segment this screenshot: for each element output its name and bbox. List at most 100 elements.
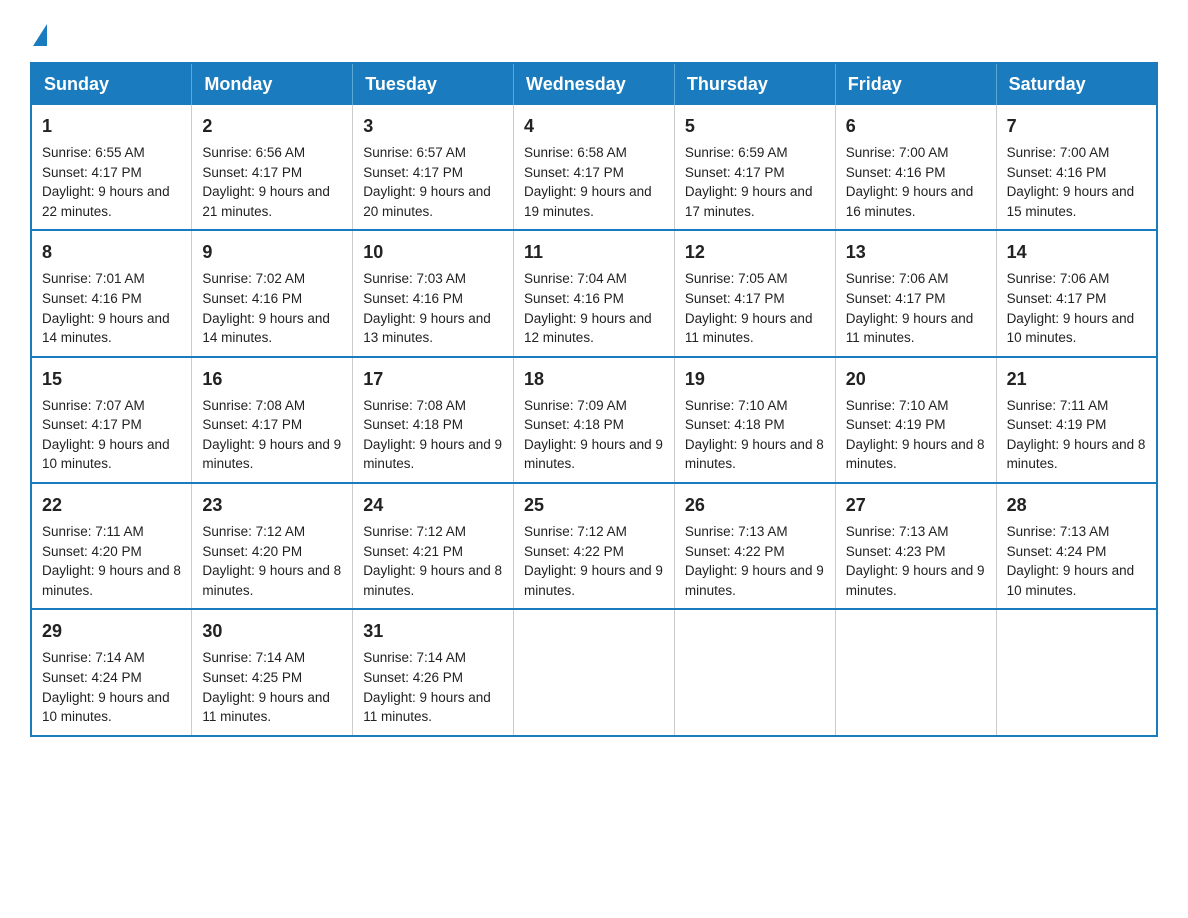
day-number: 6 <box>846 113 986 139</box>
sunset-label: Sunset: 4:18 PM <box>524 417 624 432</box>
daylight-label: Daylight: 9 hours and 19 minutes. <box>524 184 652 219</box>
day-of-week-header: Tuesday <box>353 63 514 105</box>
page-header <box>30 20 1158 42</box>
daylight-label: Daylight: 9 hours and 20 minutes. <box>363 184 491 219</box>
daylight-label: Daylight: 9 hours and 8 minutes. <box>846 437 985 472</box>
calendar-day-cell: 31 Sunrise: 7:14 AM Sunset: 4:26 PM Dayl… <box>353 609 514 735</box>
day-number: 13 <box>846 239 986 265</box>
calendar-day-cell: 10 Sunrise: 7:03 AM Sunset: 4:16 PM Dayl… <box>353 230 514 356</box>
daylight-label: Daylight: 9 hours and 9 minutes. <box>685 563 824 598</box>
sunset-label: Sunset: 4:17 PM <box>202 417 302 432</box>
sunset-label: Sunset: 4:26 PM <box>363 670 463 685</box>
calendar-week-row: 29 Sunrise: 7:14 AM Sunset: 4:24 PM Dayl… <box>31 609 1157 735</box>
sunset-label: Sunset: 4:21 PM <box>363 544 463 559</box>
calendar-day-cell: 17 Sunrise: 7:08 AM Sunset: 4:18 PM Dayl… <box>353 357 514 483</box>
sunrise-label: Sunrise: 7:14 AM <box>42 650 145 665</box>
daylight-label: Daylight: 9 hours and 16 minutes. <box>846 184 974 219</box>
sunset-label: Sunset: 4:17 PM <box>42 417 142 432</box>
calendar-day-cell: 30 Sunrise: 7:14 AM Sunset: 4:25 PM Dayl… <box>192 609 353 735</box>
sunrise-label: Sunrise: 6:57 AM <box>363 145 466 160</box>
daylight-label: Daylight: 9 hours and 11 minutes. <box>202 690 330 725</box>
day-number: 15 <box>42 366 181 392</box>
calendar-day-cell: 5 Sunrise: 6:59 AM Sunset: 4:17 PM Dayli… <box>674 105 835 230</box>
daylight-label: Daylight: 9 hours and 9 minutes. <box>202 437 341 472</box>
logo-triangle-icon <box>33 24 47 46</box>
sunset-label: Sunset: 4:16 PM <box>202 291 302 306</box>
day-number: 29 <box>42 618 181 644</box>
sunset-label: Sunset: 4:23 PM <box>846 544 946 559</box>
logo <box>30 20 47 42</box>
sunset-label: Sunset: 4:17 PM <box>524 165 624 180</box>
calendar-day-cell: 22 Sunrise: 7:11 AM Sunset: 4:20 PM Dayl… <box>31 483 192 609</box>
calendar-day-cell: 8 Sunrise: 7:01 AM Sunset: 4:16 PM Dayli… <box>31 230 192 356</box>
calendar-day-cell: 9 Sunrise: 7:02 AM Sunset: 4:16 PM Dayli… <box>192 230 353 356</box>
sunset-label: Sunset: 4:17 PM <box>202 165 302 180</box>
sunrise-label: Sunrise: 7:05 AM <box>685 271 788 286</box>
sunset-label: Sunset: 4:17 PM <box>363 165 463 180</box>
sunset-label: Sunset: 4:18 PM <box>685 417 785 432</box>
sunset-label: Sunset: 4:20 PM <box>42 544 142 559</box>
calendar-day-cell: 25 Sunrise: 7:12 AM Sunset: 4:22 PM Dayl… <box>514 483 675 609</box>
sunrise-label: Sunrise: 7:13 AM <box>685 524 788 539</box>
calendar-week-row: 15 Sunrise: 7:07 AM Sunset: 4:17 PM Dayl… <box>31 357 1157 483</box>
daylight-label: Daylight: 9 hours and 9 minutes. <box>363 437 502 472</box>
calendar-day-cell: 15 Sunrise: 7:07 AM Sunset: 4:17 PM Dayl… <box>31 357 192 483</box>
calendar-header-row: SundayMondayTuesdayWednesdayThursdayFrid… <box>31 63 1157 105</box>
day-of-week-header: Sunday <box>31 63 192 105</box>
day-of-week-header: Thursday <box>674 63 835 105</box>
sunset-label: Sunset: 4:25 PM <box>202 670 302 685</box>
day-number: 22 <box>42 492 181 518</box>
daylight-label: Daylight: 9 hours and 17 minutes. <box>685 184 813 219</box>
daylight-label: Daylight: 9 hours and 8 minutes. <box>42 563 181 598</box>
calendar-day-cell: 27 Sunrise: 7:13 AM Sunset: 4:23 PM Dayl… <box>835 483 996 609</box>
day-number: 4 <box>524 113 664 139</box>
day-of-week-header: Monday <box>192 63 353 105</box>
daylight-label: Daylight: 9 hours and 9 minutes. <box>524 437 663 472</box>
sunrise-label: Sunrise: 7:04 AM <box>524 271 627 286</box>
calendar-day-cell: 18 Sunrise: 7:09 AM Sunset: 4:18 PM Dayl… <box>514 357 675 483</box>
day-number: 18 <box>524 366 664 392</box>
daylight-label: Daylight: 9 hours and 8 minutes. <box>685 437 824 472</box>
sunset-label: Sunset: 4:17 PM <box>685 291 785 306</box>
daylight-label: Daylight: 9 hours and 9 minutes. <box>524 563 663 598</box>
calendar-day-cell: 19 Sunrise: 7:10 AM Sunset: 4:18 PM Dayl… <box>674 357 835 483</box>
sunrise-label: Sunrise: 7:12 AM <box>202 524 305 539</box>
calendar-day-cell: 7 Sunrise: 7:00 AM Sunset: 4:16 PM Dayli… <box>996 105 1157 230</box>
sunrise-label: Sunrise: 7:14 AM <box>363 650 466 665</box>
sunset-label: Sunset: 4:22 PM <box>524 544 624 559</box>
sunrise-label: Sunrise: 7:12 AM <box>363 524 466 539</box>
daylight-label: Daylight: 9 hours and 10 minutes. <box>42 437 170 472</box>
sunrise-label: Sunrise: 7:10 AM <box>846 398 949 413</box>
daylight-label: Daylight: 9 hours and 14 minutes. <box>42 311 170 346</box>
calendar-day-cell: 26 Sunrise: 7:13 AM Sunset: 4:22 PM Dayl… <box>674 483 835 609</box>
sunrise-label: Sunrise: 7:10 AM <box>685 398 788 413</box>
day-number: 14 <box>1007 239 1146 265</box>
sunset-label: Sunset: 4:24 PM <box>42 670 142 685</box>
sunrise-label: Sunrise: 7:07 AM <box>42 398 145 413</box>
daylight-label: Daylight: 9 hours and 10 minutes. <box>42 690 170 725</box>
calendar-day-cell <box>674 609 835 735</box>
calendar-day-cell <box>996 609 1157 735</box>
day-of-week-header: Friday <box>835 63 996 105</box>
daylight-label: Daylight: 9 hours and 14 minutes. <box>202 311 330 346</box>
daylight-label: Daylight: 9 hours and 8 minutes. <box>1007 437 1146 472</box>
calendar-week-row: 1 Sunrise: 6:55 AM Sunset: 4:17 PM Dayli… <box>31 105 1157 230</box>
calendar-week-row: 8 Sunrise: 7:01 AM Sunset: 4:16 PM Dayli… <box>31 230 1157 356</box>
sunset-label: Sunset: 4:17 PM <box>1007 291 1107 306</box>
sunset-label: Sunset: 4:18 PM <box>363 417 463 432</box>
calendar-day-cell: 4 Sunrise: 6:58 AM Sunset: 4:17 PM Dayli… <box>514 105 675 230</box>
sunrise-label: Sunrise: 7:13 AM <box>1007 524 1110 539</box>
sunset-label: Sunset: 4:17 PM <box>42 165 142 180</box>
sunrise-label: Sunrise: 7:13 AM <box>846 524 949 539</box>
calendar-week-row: 22 Sunrise: 7:11 AM Sunset: 4:20 PM Dayl… <box>31 483 1157 609</box>
day-number: 8 <box>42 239 181 265</box>
sunset-label: Sunset: 4:16 PM <box>363 291 463 306</box>
day-number: 19 <box>685 366 825 392</box>
sunrise-label: Sunrise: 7:09 AM <box>524 398 627 413</box>
sunset-label: Sunset: 4:20 PM <box>202 544 302 559</box>
sunrise-label: Sunrise: 7:11 AM <box>1007 398 1109 413</box>
sunset-label: Sunset: 4:16 PM <box>524 291 624 306</box>
day-number: 21 <box>1007 366 1146 392</box>
calendar-day-cell: 23 Sunrise: 7:12 AM Sunset: 4:20 PM Dayl… <box>192 483 353 609</box>
calendar-day-cell: 16 Sunrise: 7:08 AM Sunset: 4:17 PM Dayl… <box>192 357 353 483</box>
